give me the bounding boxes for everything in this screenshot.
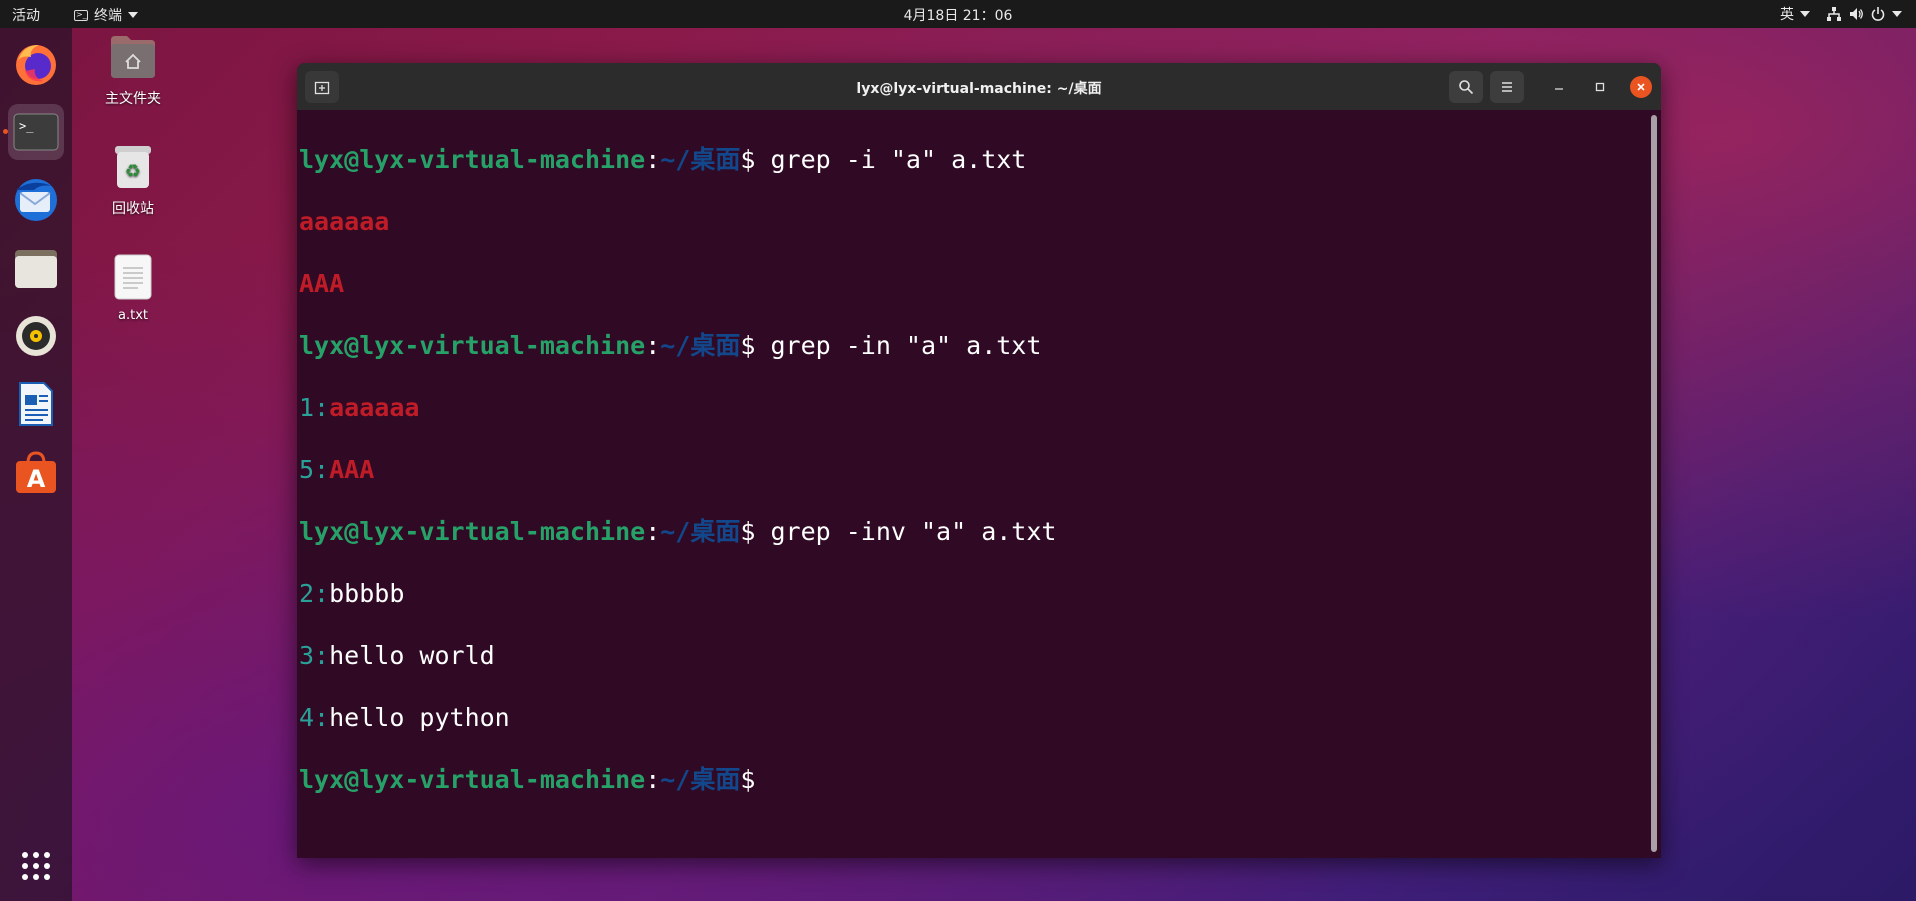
thunderbird-icon [15, 179, 57, 221]
search-button[interactable] [1449, 71, 1483, 103]
terminal-line-output: 5:AAA [299, 454, 1645, 485]
line-number: 3: [299, 641, 330, 670]
prompt-user: lyx@lyx-virtual-machine [299, 331, 646, 360]
prompt-symbol: $ [740, 765, 756, 794]
top-bar: 活动 >_ 终端 4月18日 21：06 英 [0, 0, 1916, 28]
line-number: 5: [299, 455, 330, 484]
dock: >_ A [0, 28, 72, 901]
input-method-label: 英 [1780, 7, 1794, 23]
prompt-separator: : [645, 517, 661, 546]
terminal-line-output: 1:aaaaaa [299, 392, 1645, 423]
terminal-line-prompt: lyx@lyx-virtual-machine:~/桌面$ grep -inv … [299, 516, 1645, 547]
show-applications-button[interactable] [8, 838, 64, 894]
network-icon [1827, 7, 1841, 21]
terminal-icon: >_ [13, 113, 59, 151]
text-file-icon [114, 254, 152, 300]
line-number: 4: [299, 703, 330, 732]
files-icon [15, 250, 57, 288]
terminal-line-output: 3:hello world [299, 640, 1645, 671]
trash-icon: ♻ [115, 146, 151, 188]
output-text: hello python [329, 703, 510, 732]
terminal-line-prompt: lyx@lyx-virtual-machine:~/桌面$ grep -in "… [299, 330, 1645, 361]
prompt-symbol: $ [740, 517, 756, 546]
maximize-icon [1595, 82, 1605, 92]
svg-text:>_: >_ [19, 119, 34, 133]
output-text: hello world [329, 641, 495, 670]
prompt-user: lyx@lyx-virtual-machine [299, 517, 646, 546]
desktop-icon-trash[interactable]: ♻ 回收站 [83, 144, 183, 218]
line-number: 2: [299, 579, 330, 608]
command-text: grep -inv "a" a.txt [755, 517, 1057, 546]
terminal-line-output: 2:bbbbb [299, 578, 1645, 609]
terminal-line-output: AAA [299, 268, 1645, 299]
desktop-icon-label: 主文件夹 [105, 91, 161, 107]
terminal-line-output: aaaaaa [299, 206, 1645, 237]
output-text: bbbbb [329, 579, 405, 608]
power-icon [1871, 7, 1885, 21]
match-text: aaaaaa [299, 207, 390, 236]
dock-firefox[interactable] [8, 36, 64, 92]
chevron-down-icon [1892, 11, 1902, 17]
terminal-scrollbar[interactable] [1651, 115, 1657, 852]
maximize-button[interactable] [1589, 76, 1611, 98]
prompt-path: ~/桌面 [660, 331, 741, 360]
input-method-indicator[interactable]: 英 [1780, 4, 1810, 24]
dock-software-center[interactable]: A [8, 444, 64, 500]
libreoffice-writer-icon [19, 382, 53, 426]
terminal-output[interactable]: lyx@lyx-virtual-machine:~/桌面$ grep -i "a… [299, 113, 1645, 858]
prompt-separator: : [645, 765, 661, 794]
prompt-user: lyx@lyx-virtual-machine [299, 145, 646, 174]
volume-icon [1850, 8, 1863, 20]
dock-terminal[interactable]: >_ [8, 104, 64, 160]
prompt-user: lyx@lyx-virtual-machine [299, 765, 646, 794]
minimize-icon [1555, 88, 1563, 90]
match-text: aaaaaa [329, 393, 420, 422]
svg-text:A: A [27, 465, 46, 493]
software-center-icon: A [16, 451, 56, 493]
prompt-symbol: $ [740, 145, 756, 174]
desktop-icon-a-txt[interactable]: a.txt [83, 254, 183, 323]
clock[interactable]: 4月18日 21：06 [0, 5, 1916, 25]
terminal-header-bar[interactable]: lyx@lyx-virtual-machine: ~/桌面 [297, 63, 1661, 110]
search-icon [1459, 80, 1474, 95]
chevron-down-icon [1800, 11, 1810, 17]
system-tray[interactable]: 英 [1780, 4, 1902, 24]
hamburger-menu-icon [1502, 82, 1512, 92]
dock-files[interactable] [8, 240, 64, 296]
prompt-path: ~/桌面 [660, 145, 741, 174]
firefox-icon [16, 45, 56, 85]
close-icon [1637, 83, 1645, 91]
terminal-line-output: 4:hello python [299, 702, 1645, 733]
command-text: grep -i "a" a.txt [755, 145, 1027, 174]
svg-text:♻: ♻ [125, 161, 141, 182]
dock-thunderbird[interactable] [8, 172, 64, 228]
desktop-icon-label: a.txt [118, 308, 148, 323]
prompt-separator: : [645, 331, 661, 360]
prompt-separator: : [645, 145, 661, 174]
terminal-window[interactable]: lyx@lyx-virtual-machine: ~/桌面 lyx@lyx-vi… [297, 63, 1661, 858]
system-menu[interactable] [1826, 6, 1902, 22]
prompt-path: ~/桌面 [660, 517, 741, 546]
command-text: grep -in "a" a.txt [755, 331, 1042, 360]
menu-button[interactable] [1490, 71, 1524, 103]
app-grid-icon [22, 852, 50, 880]
match-text: AAA [299, 269, 345, 298]
terminal-line-prompt: lyx@lyx-virtual-machine:~/桌面$ grep -i "a… [299, 144, 1645, 175]
desktop-icon-home[interactable]: 主文件夹 [83, 34, 183, 108]
prompt-path: ~/桌面 [660, 765, 741, 794]
close-button[interactable] [1630, 76, 1652, 98]
terminal-line-prompt: lyx@lyx-virtual-machine:~/桌面$ [299, 764, 1645, 795]
dock-rhythmbox[interactable] [8, 308, 64, 364]
home-folder-icon [111, 36, 155, 78]
desktop-icon-label: 回收站 [112, 201, 154, 217]
match-text: AAA [329, 455, 375, 484]
prompt-symbol: $ [740, 331, 756, 360]
dock-libreoffice-writer[interactable] [8, 376, 64, 432]
rhythmbox-icon [16, 316, 56, 356]
running-indicator [3, 129, 8, 134]
minimize-button[interactable] [1548, 76, 1570, 98]
line-number: 1: [299, 393, 330, 422]
